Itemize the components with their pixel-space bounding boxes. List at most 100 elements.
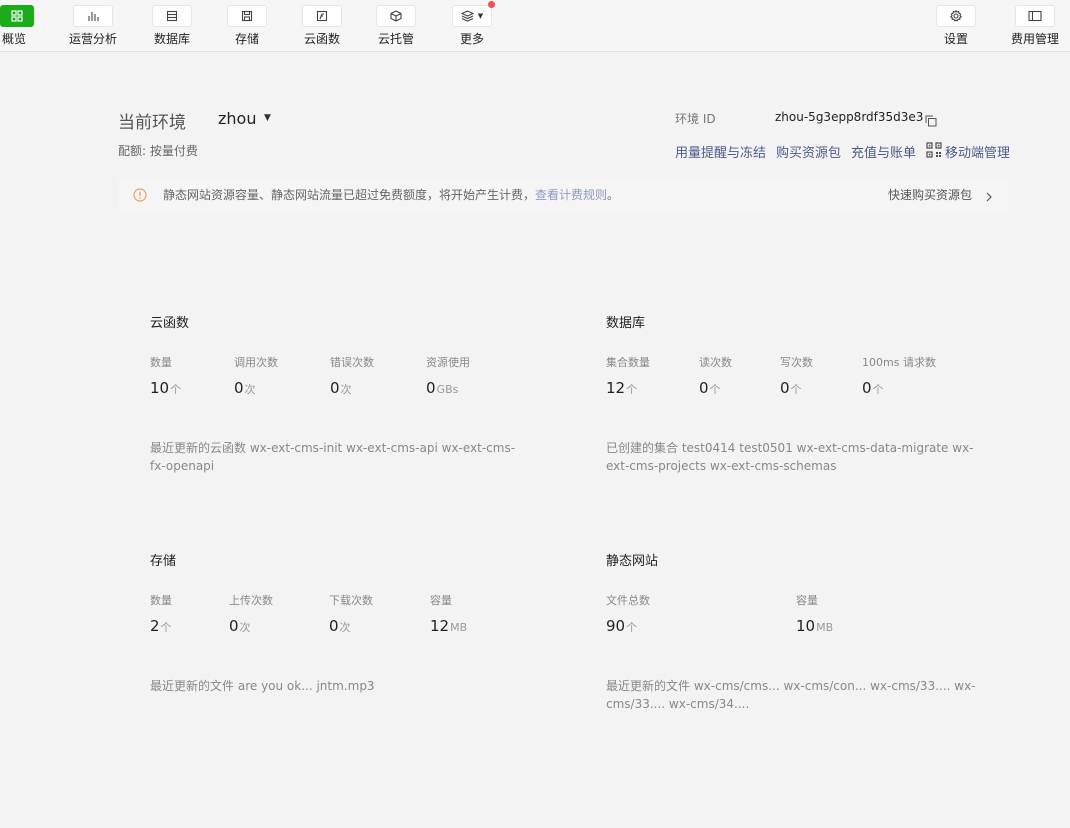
qr-code-icon[interactable]	[926, 142, 942, 162]
stat-unit: 次	[340, 383, 352, 396]
recent-label: 最近更新的文件	[606, 679, 691, 693]
env-selector[interactable]: zhou	[218, 109, 256, 128]
stat-unit: 次	[339, 621, 351, 634]
database-recent: 已创建的集合 test0414 test0501 wx-ext-cms-data…	[606, 439, 986, 475]
functions-title: 云函数	[150, 316, 190, 331]
billing-rules-link[interactable]: 查看计费规则	[535, 188, 607, 202]
functions-stat-label: 数量	[150, 356, 172, 369]
recent-items[interactable]: are you ok... jntm.mp3	[238, 679, 375, 693]
stat-unit: MB	[816, 621, 834, 634]
notice-message: 静态网站资源容量、静态网站流量已超过免费额度，将开始产生计费，	[163, 188, 536, 202]
functions-invocations: 0次	[234, 379, 256, 397]
storage-stat-label: 上传次数	[229, 594, 273, 607]
stat-number: 12	[430, 617, 450, 635]
functions-resource-usage: 0GBs	[426, 379, 458, 397]
stat-unit: 个	[709, 383, 721, 396]
toolbar-item-functions[interactable]: 云函数	[300, 0, 344, 52]
storage-recent: 最近更新的文件 are you ok... jntm.mp3	[150, 677, 530, 695]
stat-unit: 次	[244, 383, 256, 396]
recent-label: 最近更新的文件	[150, 679, 235, 693]
toolbar-item-cloud-hosting[interactable]: 云托管	[374, 0, 418, 52]
toolbar-label-settings: 设置	[943, 32, 968, 46]
overview-grid-icon	[0, 5, 34, 27]
recent-label: 最近更新的云函数	[150, 441, 247, 455]
database-writes: 0个	[780, 379, 802, 397]
website-recent: 最近更新的文件 wx-cms/cms... wx-cms/con... wx-c…	[606, 677, 981, 713]
usage-alert-link[interactable]: 用量提醒与冻结	[675, 142, 766, 161]
function-icon	[302, 5, 342, 27]
website-stat-label: 容量	[796, 594, 818, 607]
toolbar-label-analytics: 运营分析	[68, 32, 117, 46]
stat-number: 0	[780, 379, 790, 397]
stat-number: 90	[606, 617, 626, 635]
notice-end: 。	[607, 188, 620, 202]
website-stat-label: 文件总数	[606, 594, 650, 607]
functions-stat-label: 资源使用	[426, 356, 470, 369]
stat-unit: 个	[160, 621, 172, 634]
toolbar-item-storage[interactable]: 存储	[226, 0, 268, 52]
toolbar-item-more[interactable]: ▼ 更多	[450, 0, 495, 52]
functions-count: 10个	[150, 379, 181, 397]
toolbar-item-database[interactable]: 数据库	[148, 0, 196, 52]
quota-text: 配额: 按量付费	[118, 144, 198, 158]
database-collections: 12个	[606, 379, 637, 397]
stat-unit: 个	[790, 383, 802, 396]
database-stat-label: 读次数	[699, 356, 732, 369]
toolbar-label-billing: 费用管理	[1010, 32, 1059, 46]
buy-package-link[interactable]: 购买资源包	[776, 142, 841, 161]
toolbar-item-analytics[interactable]: 运营分析	[64, 0, 122, 52]
env-label: 当前环境	[118, 113, 186, 133]
database-icon	[152, 5, 192, 27]
storage-downloads: 0次	[329, 617, 351, 635]
storage-count: 2个	[150, 617, 172, 635]
chevron-right-icon[interactable]	[985, 188, 993, 207]
warning-circle-icon	[133, 187, 147, 206]
functions-errors: 0次	[330, 379, 352, 397]
stat-unit: 次	[239, 621, 251, 634]
recharge-billing-link[interactable]: 充值与账单	[851, 142, 916, 161]
cube-icon	[376, 5, 416, 27]
stat-number: 10	[150, 379, 170, 397]
stat-unit: 个	[626, 383, 638, 396]
env-dropdown-caret-icon[interactable]: ▼	[264, 113, 271, 123]
billing-panel-icon	[1015, 5, 1055, 27]
database-slow-requests: 0个	[862, 379, 884, 397]
top-toolbar: 概览 运营分析 数据库 存储 云函数 云托管 ▼ 更多 设置 费用管理	[0, 0, 1070, 52]
stat-number: 12	[606, 379, 626, 397]
stat-number: 0	[699, 379, 709, 397]
storage-stat-label: 下载次数	[329, 594, 373, 607]
storage-disk-icon	[227, 5, 267, 27]
copy-icon[interactable]	[925, 112, 937, 131]
stat-number: 0	[862, 379, 872, 397]
recent-label: 已创建的集合	[606, 441, 679, 455]
stat-number: 2	[150, 617, 160, 635]
toolbar-item-billing[interactable]: 费用管理	[1008, 0, 1062, 52]
storage-capacity: 12MB	[430, 617, 467, 635]
toolbar-label-cloud-hosting: 云托管	[377, 32, 414, 46]
stat-number: 0	[234, 379, 244, 397]
database-stat-label: 集合数量	[606, 356, 650, 369]
stat-number: 0	[229, 617, 239, 635]
stat-unit: 个	[872, 383, 884, 396]
website-title: 静态网站	[606, 554, 659, 569]
mobile-management-link[interactable]: 移动端管理	[945, 142, 1010, 161]
toolbar-label-database: 数据库	[153, 32, 190, 46]
toolbar-item-settings[interactable]: 设置	[934, 0, 978, 52]
stat-number: 0	[330, 379, 340, 397]
storage-stat-label: 数量	[150, 594, 172, 607]
notification-dot	[488, 1, 495, 8]
storage-uploads: 0次	[229, 617, 251, 635]
quick-buy-link[interactable]: 快速购买资源包	[888, 186, 972, 203]
bar-chart-icon	[73, 5, 113, 27]
toolbar-label-functions: 云函数	[303, 32, 340, 46]
website-file-count: 90个	[606, 617, 637, 635]
storage-stat-label: 容量	[430, 594, 452, 607]
functions-recent: 最近更新的云函数 wx-ext-cms-init wx-ext-cms-api …	[150, 439, 530, 475]
database-title: 数据库	[606, 316, 646, 331]
website-capacity: 10MB	[796, 617, 833, 635]
toolbar-label-overview: 概览	[1, 32, 26, 46]
stat-number: 0	[426, 379, 436, 397]
stat-number: 0	[329, 617, 339, 635]
toolbar-item-overview[interactable]: 概览	[0, 0, 34, 52]
stat-unit: GBs	[436, 383, 459, 396]
